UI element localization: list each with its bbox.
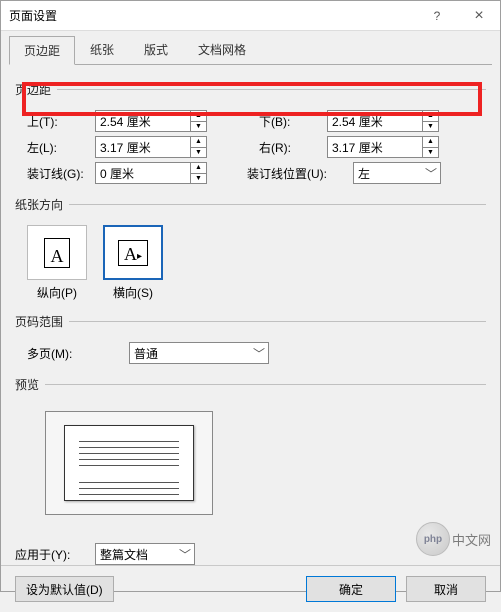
margins-row-left-right: 左(L): ▲▼ 右(R): ▲▼ — [15, 136, 486, 158]
button-bar: 设为默认值(D) 确定 取消 — [1, 565, 500, 612]
tab-layout[interactable]: 版式 — [129, 35, 183, 64]
chevron-down-icon[interactable]: ▼ — [423, 148, 438, 158]
top-input[interactable] — [96, 114, 190, 128]
multi-value: 普通 — [130, 345, 250, 362]
chevron-down-icon[interactable]: ▼ — [423, 122, 438, 132]
bottom-spinner[interactable]: ▲▼ — [327, 110, 439, 132]
tab-strip: 页边距 纸张 版式 文档网格 — [1, 31, 500, 64]
chevron-down-icon[interactable]: ﹀ — [176, 546, 194, 563]
gutter-spinner[interactable]: ▲▼ — [95, 162, 207, 184]
chevron-up-icon[interactable]: ▲ — [423, 111, 438, 122]
orientation-group: 纸张方向 A 纵向(P) A▸ 横向(S) — [15, 196, 486, 305]
chevron-down-icon[interactable]: ﹀ — [250, 345, 268, 362]
preview-group: 预览 — [15, 376, 486, 525]
top-spinner[interactable]: ▲▼ — [95, 110, 207, 132]
chevron-up-icon[interactable]: ▲ — [191, 137, 206, 148]
gutter-input[interactable] — [96, 166, 190, 180]
apply-row: 应用于(Y): 整篇文档 ﹀ — [15, 543, 486, 565]
right-spinner[interactable]: ▲▼ — [327, 136, 439, 158]
chevron-up-icon[interactable]: ▲ — [423, 137, 438, 148]
tab-margins[interactable]: 页边距 — [9, 36, 75, 65]
apply-value: 整篇文档 — [96, 546, 176, 563]
margins-group: 页边距 上(T): ▲▼ 下(B): ▲▼ 左(L): ▲▼ — [15, 81, 486, 188]
left-spinner[interactable]: ▲▼ — [95, 136, 207, 158]
apply-label: 应用于(Y): — [15, 546, 95, 563]
help-button[interactable]: ? — [416, 1, 458, 31]
close-button[interactable]: × — [458, 1, 500, 31]
chevron-down-icon[interactable]: ▼ — [191, 148, 206, 158]
dialog-content: 页边距 上(T): ▲▼ 下(B): ▲▼ 左(L): ▲▼ — [1, 65, 500, 565]
page-setup-dialog: 页面设置 ? × 页边距 纸张 版式 文档网格 页边距 上(T): ▲▼ 下(B… — [0, 0, 501, 592]
orientation-portrait[interactable]: A 纵向(P) — [27, 225, 87, 301]
titlebar: 页面设置 ? × — [1, 1, 500, 31]
tab-grid[interactable]: 文档网格 — [183, 35, 261, 64]
landscape-caption: 横向(S) — [103, 284, 163, 301]
right-input[interactable] — [328, 140, 422, 154]
top-label: 上(T): — [15, 113, 89, 130]
bottom-label: 下(B): — [247, 113, 321, 130]
orientation-legend: 纸张方向 — [15, 196, 69, 213]
page-portrait-icon: A — [44, 238, 70, 268]
chevron-up-icon[interactable]: ▲ — [191, 163, 206, 174]
multi-combo[interactable]: 普通 ﹀ — [129, 342, 269, 364]
page-landscape-icon: A▸ — [118, 240, 148, 266]
left-label: 左(L): — [15, 139, 89, 156]
bottom-input[interactable] — [328, 114, 422, 128]
tab-paper[interactable]: 纸张 — [75, 35, 129, 64]
multi-label: 多页(M): — [15, 345, 89, 362]
ok-button[interactable]: 确定 — [306, 576, 396, 602]
portrait-caption: 纵向(P) — [27, 284, 87, 301]
gutter-label: 装订线(G): — [15, 165, 89, 182]
preview-page-icon — [64, 425, 194, 501]
chevron-down-icon[interactable]: ▼ — [191, 122, 206, 132]
chevron-down-icon[interactable]: ▼ — [191, 174, 206, 184]
margins-row-gutter: 装订线(G): ▲▼ 装订线位置(U): 左 ﹀ — [15, 162, 486, 184]
apply-combo[interactable]: 整篇文档 ﹀ — [95, 543, 195, 565]
left-input[interactable] — [96, 140, 190, 154]
chevron-up-icon[interactable]: ▲ — [191, 111, 206, 122]
gutter-pos-label: 装订线位置(U): — [247, 165, 347, 182]
window-title: 页面设置 — [9, 7, 416, 24]
margins-row-top-bottom: 上(T): ▲▼ 下(B): ▲▼ — [15, 110, 486, 132]
orientation-landscape[interactable]: A▸ 横向(S) — [103, 225, 163, 301]
margins-legend: 页边距 — [15, 81, 57, 98]
page-range-group: 页码范围 多页(M): 普通 ﹀ — [15, 313, 486, 368]
gutter-pos-combo[interactable]: 左 ﹀ — [353, 162, 441, 184]
set-default-button[interactable]: 设为默认值(D) — [15, 576, 114, 602]
page-range-legend: 页码范围 — [15, 313, 69, 330]
gutter-pos-value: 左 — [354, 165, 422, 182]
chevron-down-icon[interactable]: ﹀ — [422, 165, 440, 182]
right-label: 右(R): — [247, 139, 321, 156]
cancel-button[interactable]: 取消 — [406, 576, 486, 602]
preview-legend: 预览 — [15, 376, 45, 393]
preview-box — [45, 411, 213, 515]
